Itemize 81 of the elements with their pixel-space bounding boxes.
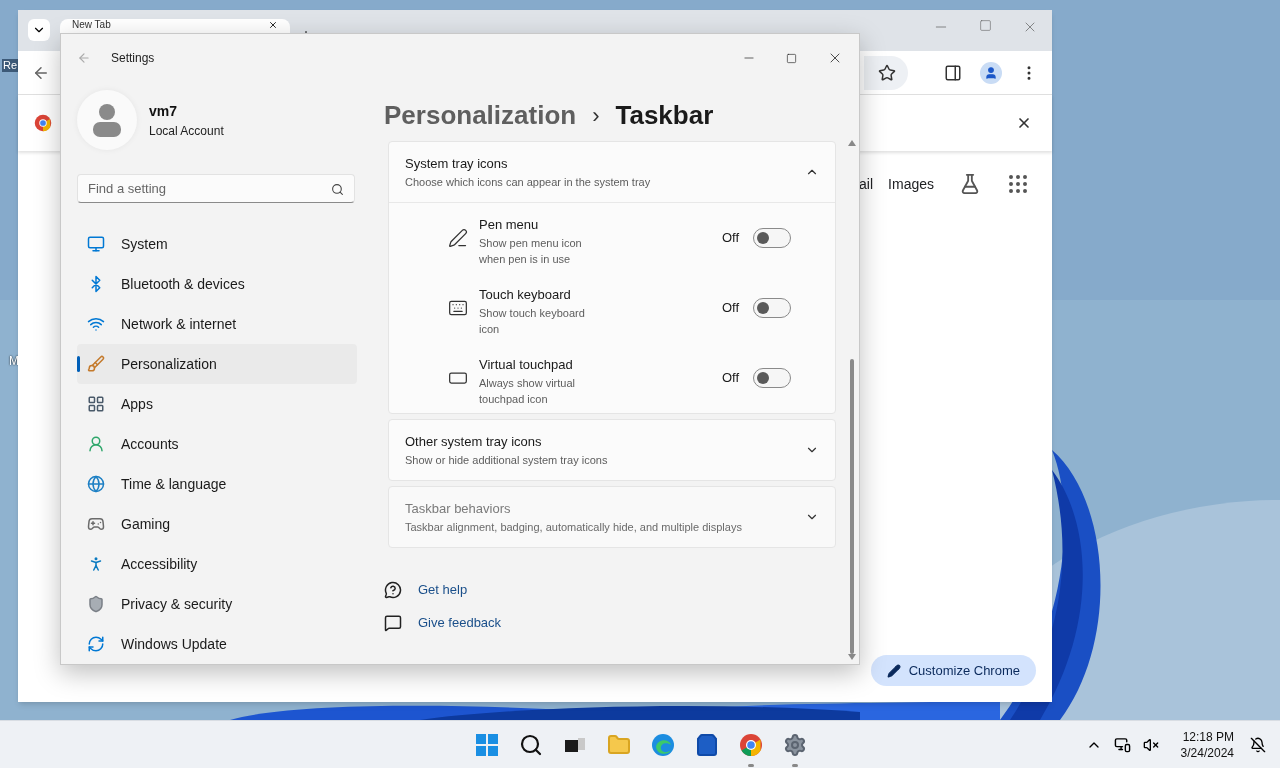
scroll-up-icon[interactable]: [848, 140, 856, 146]
window-title: Settings: [111, 50, 155, 67]
toggle-switch[interactable]: [753, 228, 791, 248]
setting-description: Always show virtual touchpad icon: [479, 375, 576, 407]
expander-header[interactable]: System tray icons Choose which icons can appear in the system tray: [389, 142, 835, 202]
network-icon[interactable]: [1113, 736, 1131, 753]
setting-description: Show touch keyboard icon: [479, 305, 586, 337]
expander-header[interactable]: Other system tray icons Show or hide additional system tray icons: [389, 420, 835, 480]
nav-item[interactable]: Gaming: [77, 504, 357, 544]
toggle-state: Off: [721, 369, 739, 388]
toggle-switch[interactable]: [753, 298, 791, 318]
nav-item[interactable]: Personalization: [77, 344, 357, 384]
globe-icon: [87, 475, 105, 493]
notification-icon[interactable]: [1250, 736, 1266, 753]
volume-muted-icon[interactable]: [1142, 736, 1159, 753]
keyboard-icon: [448, 298, 468, 318]
close-icon[interactable]: [268, 20, 278, 30]
maximize-icon[interactable]: [786, 52, 797, 64]
header-link[interactable]: ail: [859, 173, 874, 195]
monitor-icon: [87, 235, 105, 253]
tab-title: New Tab: [72, 19, 112, 31]
update-icon: [87, 635, 105, 653]
breadcrumb-parent[interactable]: Personalization: [384, 95, 577, 135]
flask-icon[interactable]: [959, 173, 981, 195]
scroll-down-icon[interactable]: [848, 654, 856, 660]
clock[interactable]: 12:18 PM 3/24/2024: [1180, 728, 1234, 761]
setting-label: Pen menu: [479, 216, 540, 234]
wifi-icon: [87, 315, 105, 333]
running-indicator: [792, 763, 798, 767]
nav-item[interactable]: System: [77, 224, 357, 264]
pen-icon: [448, 228, 468, 248]
help-link[interactable]: Get help: [418, 579, 468, 600]
desktop-icon-label[interactable]: Re: [2, 59, 19, 72]
apps-grid-icon[interactable]: [1006, 172, 1030, 196]
feedback-icon: [384, 613, 402, 632]
search-icon: [331, 183, 344, 196]
toggle-state: Off: [721, 229, 739, 248]
nav-item[interactable]: Windows Update: [77, 624, 357, 664]
chrome-icon: [34, 114, 52, 132]
profile-avatar[interactable]: [980, 61, 1002, 84]
account-type: Local Account: [149, 122, 224, 140]
scrollbar[interactable]: [847, 140, 857, 660]
gamepad-icon: [87, 515, 105, 533]
breadcrumb-separator: ›: [592, 101, 600, 130]
brush-icon: [87, 355, 105, 373]
help-icon: [384, 580, 402, 599]
nav-item[interactable]: Privacy & security: [77, 584, 357, 624]
address-bar[interactable]: [864, 55, 908, 90]
apps-icon: [87, 395, 105, 413]
nav-item[interactable]: Network & internet: [77, 304, 357, 344]
setting-label: Touch keyboard: [479, 286, 572, 304]
windows-logo-icon[interactable]: [475, 732, 499, 757]
gear-icon[interactable]: [783, 732, 807, 757]
browser-tab[interactable]: New Tab: [60, 19, 290, 33]
search-icon[interactable]: [519, 732, 543, 757]
tab-search-button[interactable]: [28, 19, 50, 41]
toggle-switch[interactable]: [753, 368, 791, 388]
nav-item[interactable]: Time & language: [77, 464, 357, 504]
chrome-icon[interactable]: [739, 732, 763, 757]
header-link[interactable]: Images: [888, 173, 934, 195]
pencil-icon: [886, 663, 901, 678]
nav-item[interactable]: Accessibility: [77, 544, 357, 584]
shield-icon: [87, 595, 105, 613]
toggle-state: Off: [721, 299, 739, 318]
setting-label: Virtual touchpad: [479, 356, 574, 374]
help-link[interactable]: Give feedback: [418, 612, 502, 633]
store-icon[interactable]: [695, 732, 719, 757]
edge-icon[interactable]: [651, 732, 675, 757]
running-indicator: [748, 763, 754, 767]
close-icon[interactable]: [1016, 115, 1032, 131]
customize-chrome-button[interactable]: Customize Chrome: [870, 655, 1036, 686]
nav-item[interactable]: Apps: [77, 384, 357, 424]
nav-item[interactable]: Accounts: [77, 424, 357, 464]
search-field[interactable]: Find a setting: [77, 174, 355, 203]
person-icon: [87, 435, 105, 453]
nav-item[interactable]: Bluetooth & devices: [77, 264, 357, 304]
account-name: vm7: [149, 101, 179, 121]
side-panel-icon[interactable]: [944, 63, 962, 82]
page-title: Taskbar: [615, 98, 714, 132]
setting-description: Show pen menu icon when pen is in use: [479, 235, 583, 267]
bookmark-star-icon[interactable]: [878, 63, 896, 82]
